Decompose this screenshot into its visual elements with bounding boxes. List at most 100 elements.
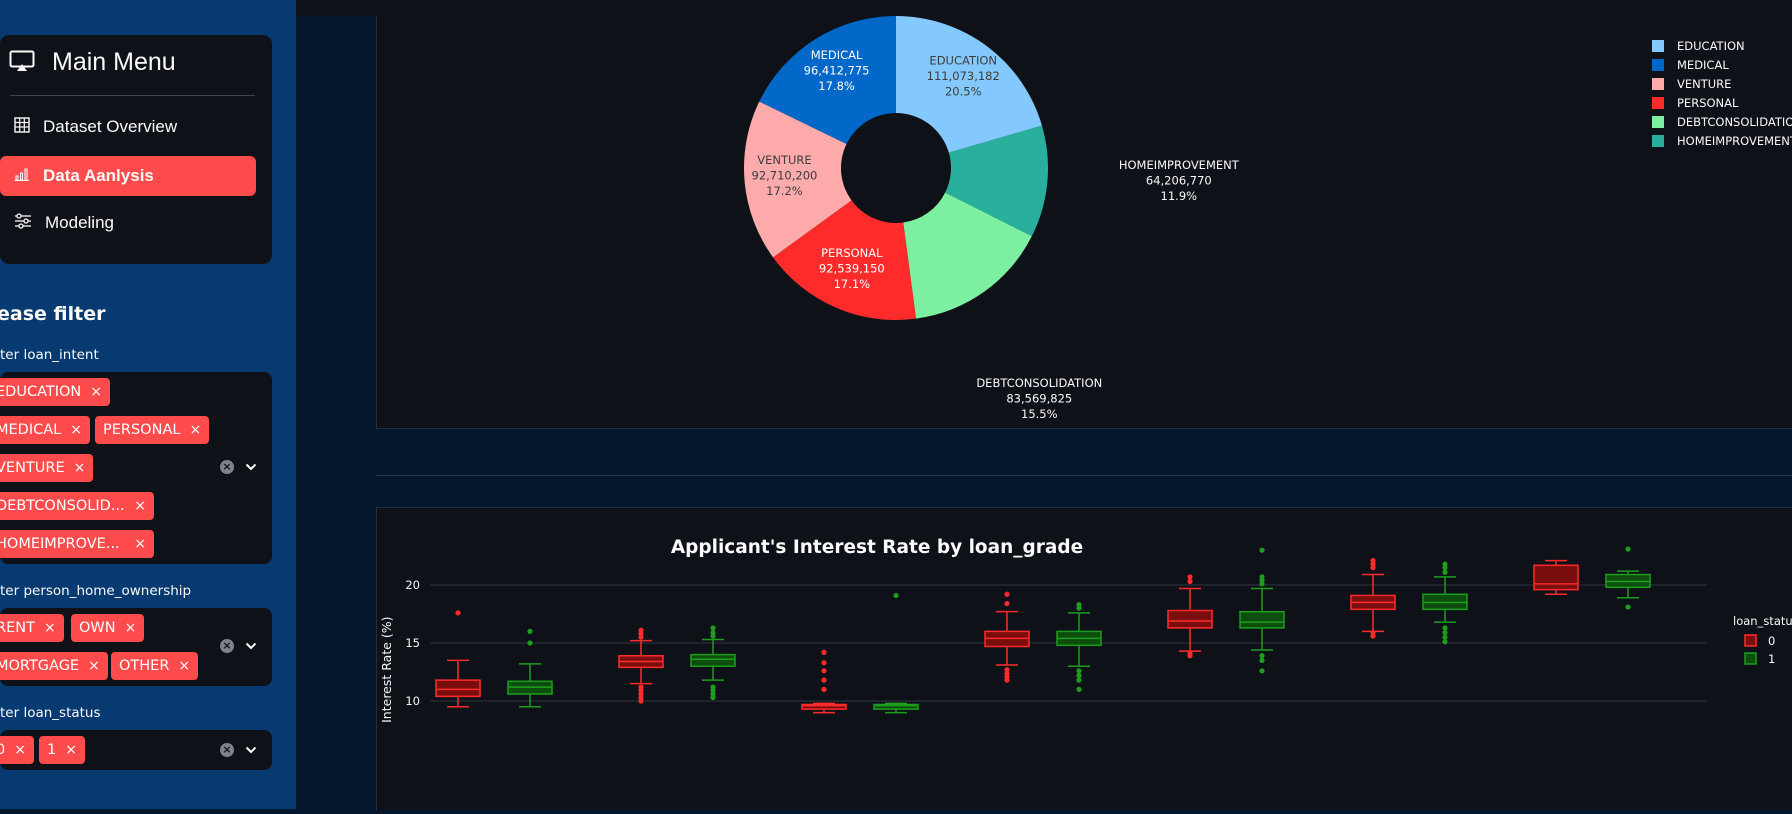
chevron-down-icon[interactable]: [245, 641, 257, 651]
legend-item-education[interactable]: EDUCATION: [1677, 39, 1745, 53]
chip-remove-icon[interactable]: ×: [44, 620, 56, 636]
box-group-4-status-1[interactable]: [1239, 547, 1285, 674]
chip-homeimprovement: HOMEIMPROVE... ×: [0, 530, 154, 558]
slice-label-name: HOMEIMPROVEMENT: [1119, 158, 1240, 172]
chip-remove-icon[interactable]: ×: [134, 498, 146, 514]
box-outlier: [710, 625, 716, 631]
box-outlier: [1004, 591, 1010, 597]
box-group-0-status-1[interactable]: [507, 628, 553, 708]
box-group-2-status-0[interactable]: [801, 649, 847, 714]
loan-status-multiselect[interactable]: 0 × 1 × ×: [0, 730, 272, 770]
chip-personal: PERSONAL ×: [95, 416, 210, 444]
box-group-5-status-1[interactable]: [1422, 561, 1468, 645]
menu-item-data-analysis[interactable]: Data Aanlysis: [0, 156, 256, 196]
chip-remove-icon[interactable]: ×: [134, 536, 146, 552]
legend-swatch[interactable]: [1652, 59, 1664, 71]
loan-intent-multiselect[interactable]: EDUCATION × MEDICAL × PERSONAL × VENTURE × D…: [0, 372, 272, 564]
menu-item-label: Data Aanlysis: [43, 166, 154, 185]
sidebar: Main Menu Dataset Overview Data Aanlysis…: [0, 0, 296, 809]
box-group-2-status-1[interactable]: [873, 592, 919, 714]
chip-remove-icon[interactable]: ×: [125, 620, 137, 636]
box-outlier: [455, 610, 461, 616]
chip-mortgage: MORTGAGE ×: [0, 652, 108, 680]
box-outlier: [1076, 668, 1082, 674]
chip-remove-icon[interactable]: ×: [14, 742, 26, 758]
chip-remove-icon[interactable]: ×: [189, 422, 201, 438]
box-outlier: [1442, 639, 1448, 645]
chip-remove-icon[interactable]: ×: [74, 460, 86, 476]
box-group-1-status-1[interactable]: [690, 625, 736, 701]
legend-item-status-1[interactable]: 1: [1768, 652, 1775, 666]
legend-title: loan_status: [1733, 614, 1792, 628]
cast-icon: [9, 50, 35, 76]
legend-swatch[interactable]: [1652, 116, 1664, 128]
chip-debtconsolidation: DEBTCONSOLID... ×: [0, 492, 154, 520]
chip-remove-icon[interactable]: ×: [88, 658, 100, 674]
legend-swatch[interactable]: [1652, 78, 1664, 90]
legend-swatch[interactable]: [1652, 135, 1664, 147]
box-group-5-status-0[interactable]: [1350, 558, 1396, 639]
slice-label-pct: 20.5%: [945, 84, 982, 98]
box-group-0-status-0[interactable]: [435, 610, 481, 708]
legend-item-venture[interactable]: VENTURE: [1677, 77, 1731, 91]
slice-label-value: 92,710,200: [752, 168, 818, 182]
pie-legend[interactable]: EDUCATION MEDICAL VENTURE PERSONAL DEBTCONSO…: [1652, 39, 1792, 148]
chip-remove-icon[interactable]: ×: [65, 742, 77, 758]
box-group-3-status-1[interactable]: [1056, 602, 1102, 692]
legend-swatch[interactable]: [1744, 652, 1757, 665]
box-group-6-status-0[interactable]: [1533, 559, 1579, 596]
slice-label-value: 92,539,150: [819, 261, 885, 275]
chip-rent: RENT ×: [0, 614, 64, 642]
legend-item-debtconsolidation[interactable]: DEBTCONSOLIDATION: [1677, 115, 1792, 129]
chip-remove-icon[interactable]: ×: [90, 384, 102, 400]
box-group-6-status-1[interactable]: [1605, 546, 1651, 610]
chart-title: Applicant's Interest Rate by loan_grade: [671, 537, 1083, 558]
box-legend[interactable]: loan_status 0 1: [1733, 614, 1792, 666]
legend-swatch[interactable]: [1744, 634, 1757, 647]
legend-item-homeimprovement[interactable]: HOMEIMPROVEMENT: [1677, 134, 1792, 148]
box-outlier: [710, 684, 716, 690]
slice-label-value: 83,569,825: [1006, 392, 1072, 406]
box-chart-panel: Applicant's Interest Rate by loan_grade …: [376, 507, 1792, 810]
box-outlier: [1187, 578, 1193, 585]
box-outlier: [1442, 569, 1448, 575]
box-outlier: [893, 592, 899, 599]
box-group-3-status-0[interactable]: [984, 591, 1030, 683]
box-outlier: [1004, 600, 1010, 607]
y-tick-label: 15: [405, 636, 420, 650]
box-outlier: [1076, 672, 1082, 679]
legend-item-status-0[interactable]: 0: [1768, 634, 1775, 648]
home-ownership-multiselect[interactable]: RENT × OWN × MORTGAGE × OTHER × ×: [0, 608, 272, 686]
clear-all-icon[interactable]: ×: [220, 460, 234, 474]
box-outlier: [821, 686, 827, 692]
chip-own: OWN ×: [71, 614, 145, 642]
box-outlier: [1004, 667, 1010, 673]
main-menu-title: Main Menu: [9, 48, 176, 77]
box-outlier: [1442, 625, 1448, 631]
box-plot: Applicant's Interest Rate by loan_grade …: [379, 537, 1792, 723]
chip-remove-icon[interactable]: ×: [178, 658, 190, 674]
menu-item-modeling[interactable]: Modeling: [0, 203, 256, 243]
chevron-down-icon[interactable]: [245, 462, 257, 472]
legend-item-personal[interactable]: PERSONAL: [1677, 96, 1739, 110]
chevron-down-icon[interactable]: [245, 745, 257, 755]
slice-label-pct: 17.2%: [766, 184, 803, 198]
legend-swatch[interactable]: [1652, 40, 1664, 52]
menu-item-dataset-overview[interactable]: Dataset Overview: [0, 107, 256, 147]
box-outlier: [1442, 634, 1448, 640]
box-iqr: [1167, 609, 1213, 629]
slice-label-name: EDUCATION: [929, 53, 997, 67]
box-outlier: [1625, 604, 1631, 610]
box-iqr: [1533, 564, 1579, 591]
clear-all-icon[interactable]: ×: [220, 639, 234, 653]
slice-label-name: PERSONAL: [821, 246, 883, 260]
box-group-4-status-0[interactable]: [1167, 574, 1213, 659]
legend-swatch[interactable]: [1652, 97, 1664, 109]
chip-remove-icon[interactable]: ×: [70, 422, 82, 438]
chip-education: EDUCATION ×: [0, 378, 110, 406]
box-group-1-status-0[interactable]: [618, 627, 664, 704]
clear-all-icon[interactable]: ×: [220, 743, 234, 757]
menu-item-label: Dataset Overview: [43, 117, 178, 136]
legend-item-medical[interactable]: MEDICAL: [1677, 58, 1729, 72]
box-outlier: [1259, 547, 1265, 553]
